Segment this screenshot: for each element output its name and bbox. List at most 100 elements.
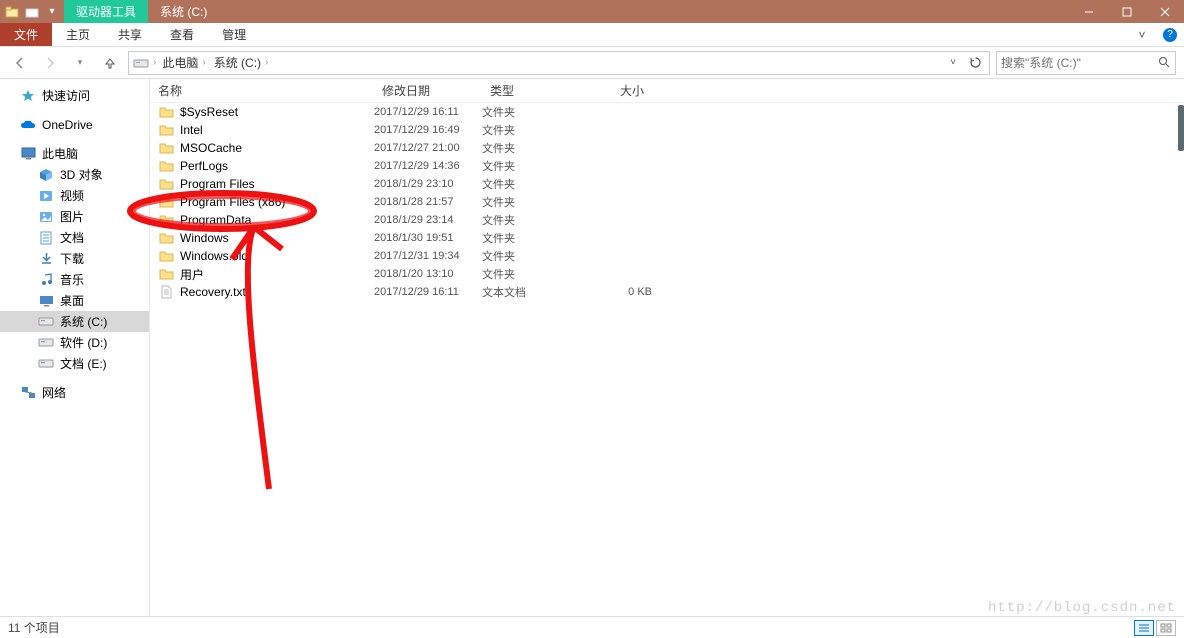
file-type: 文件夹 <box>482 230 582 246</box>
nav-child-item[interactable]: 视频 <box>0 185 149 206</box>
file-date: 2017/12/31 19:34 <box>374 250 482 262</box>
folder-icon <box>158 212 174 228</box>
folder-icon[interactable] <box>24 4 40 20</box>
file-name: MSOCache <box>180 141 374 155</box>
nav-network[interactable]: 网络 <box>0 382 149 403</box>
video-icon <box>38 188 54 204</box>
tab-share[interactable]: 共享 <box>104 23 156 46</box>
drive-icon <box>38 335 54 351</box>
nav-child-label: 软件 (D:) <box>60 334 107 351</box>
recent-dropdown[interactable]: ▾ <box>68 51 92 75</box>
search-input[interactable] <box>1001 56 1158 70</box>
cube-icon <box>38 167 54 183</box>
col-header-name[interactable]: 名称 <box>150 82 374 99</box>
maximize-button[interactable] <box>1108 0 1146 23</box>
file-date: 2017/12/29 16:11 <box>374 286 482 298</box>
folder-icon <box>158 158 174 174</box>
folder-icon <box>158 122 174 138</box>
nav-quick-access[interactable]: 快速访问 <box>0 85 149 106</box>
file-name: Intel <box>180 123 374 137</box>
nav-child-item[interactable]: 下载 <box>0 248 149 269</box>
view-toggle <box>1134 620 1176 636</box>
status-bar: 11 个项目 <box>0 616 1184 638</box>
explorer-body: 快速访问 OneDrive 此电脑 3D 对象视频图片文档下载音乐桌面系统 (C… <box>0 79 1184 616</box>
file-row[interactable]: MSOCache2017/12/27 21:00文件夹 <box>150 139 1184 157</box>
titlebar: ▾ 驱动器工具 系统 (C:) <box>0 0 1184 23</box>
file-list-pane: 名称 修改日期 类型 大小 $SysReset2017/12/29 16:11文… <box>150 79 1184 616</box>
nav-child-item[interactable]: 3D 对象 <box>0 164 149 185</box>
file-row[interactable]: $SysReset2017/12/29 16:11文件夹 <box>150 103 1184 121</box>
file-type: 文件夹 <box>482 212 582 228</box>
view-details-button[interactable] <box>1134 620 1154 636</box>
folder-icon <box>158 140 174 156</box>
window-controls <box>1070 0 1184 23</box>
file-date: 2017/12/29 14:36 <box>374 160 482 172</box>
file-icon <box>158 284 174 300</box>
ribbon-expand-icon[interactable]: ˅ <box>1128 23 1156 46</box>
qat-dropdown-icon[interactable]: ▾ <box>44 4 60 20</box>
nav-onedrive[interactable]: OneDrive <box>0 114 149 135</box>
file-row[interactable]: Windows2018/1/30 19:51文件夹 <box>150 229 1184 247</box>
file-row[interactable]: Program Files (x86)2018/1/28 21:57文件夹 <box>150 193 1184 211</box>
address-dropdown-icon[interactable]: ˅ <box>943 53 963 73</box>
picture-icon <box>38 209 54 225</box>
file-name: Program Files <box>180 177 374 191</box>
folder-icon <box>158 230 174 246</box>
file-size: 0 KB <box>582 286 652 298</box>
crumb-this-pc[interactable]: 此电脑› <box>160 54 207 71</box>
refresh-button[interactable] <box>965 53 985 73</box>
file-name: Recovery.txt <box>180 285 374 299</box>
file-row[interactable]: 用户2018/1/20 13:10文件夹 <box>150 265 1184 283</box>
file-date: 2017/12/29 16:49 <box>374 124 482 136</box>
file-name: 用户 <box>180 266 374 283</box>
address-bar[interactable]: › 此电脑› 系统 (C:)› ˅ <box>128 51 990 75</box>
nav-child-item[interactable]: 系统 (C:) <box>0 311 149 332</box>
crumb-drive-c[interactable]: 系统 (C:)› <box>212 54 271 71</box>
col-header-date[interactable]: 修改日期 <box>374 82 482 99</box>
contextual-tab-drive-tools[interactable]: 驱动器工具 <box>64 0 148 23</box>
back-button[interactable] <box>8 51 32 75</box>
search-box[interactable] <box>996 51 1176 75</box>
nav-child-label: 文档 (E:) <box>60 355 107 372</box>
col-header-type[interactable]: 类型 <box>482 82 582 99</box>
file-type: 文件夹 <box>482 266 582 282</box>
col-header-size[interactable]: 大小 <box>582 82 652 99</box>
file-row[interactable]: Recovery.txt2017/12/29 16:11文本文档0 KB <box>150 283 1184 301</box>
file-date: 2018/1/29 23:10 <box>374 178 482 190</box>
forward-button[interactable] <box>38 51 62 75</box>
file-type: 文件夹 <box>482 104 582 120</box>
minimize-button[interactable] <box>1070 0 1108 23</box>
nav-child-item[interactable]: 音乐 <box>0 269 149 290</box>
file-row[interactable]: Intel2017/12/29 16:49文件夹 <box>150 121 1184 139</box>
nav-child-item[interactable]: 文档 <box>0 227 149 248</box>
up-button[interactable] <box>98 51 122 75</box>
file-row[interactable]: ProgramData2018/1/29 23:14文件夹 <box>150 211 1184 229</box>
nav-this-pc[interactable]: 此电脑 <box>0 143 149 164</box>
file-type: 文件夹 <box>482 122 582 138</box>
file-type: 文件夹 <box>482 176 582 192</box>
address-row: ▾ › 此电脑› 系统 (C:)› ˅ <box>0 47 1184 79</box>
nav-child-label: 音乐 <box>60 271 84 288</box>
nav-child-item[interactable]: 软件 (D:) <box>0 332 149 353</box>
nav-child-label: 文档 <box>60 229 84 246</box>
nav-child-item[interactable]: 桌面 <box>0 290 149 311</box>
nav-child-label: 3D 对象 <box>60 166 103 183</box>
folder-icon <box>158 248 174 264</box>
help-icon: ? <box>1163 28 1177 42</box>
desktop-icon <box>38 293 54 309</box>
file-row[interactable]: Windows.old2017/12/31 19:34文件夹 <box>150 247 1184 265</box>
tab-home[interactable]: 主页 <box>52 23 104 46</box>
file-row[interactable]: Program Files2018/1/29 23:10文件夹 <box>150 175 1184 193</box>
tab-view[interactable]: 查看 <box>156 23 208 46</box>
file-tab[interactable]: 文件 <box>0 23 52 46</box>
view-icons-button[interactable] <box>1156 620 1176 636</box>
close-button[interactable] <box>1146 0 1184 23</box>
search-icon[interactable] <box>1158 56 1171 69</box>
help-button[interactable]: ? <box>1156 23 1184 46</box>
nav-child-item[interactable]: 图片 <box>0 206 149 227</box>
music-icon <box>38 272 54 288</box>
tab-manage[interactable]: 管理 <box>208 23 260 46</box>
file-row[interactable]: PerfLogs2017/12/29 14:36文件夹 <box>150 157 1184 175</box>
nav-child-item[interactable]: 文档 (E:) <box>0 353 149 374</box>
scrollbar-thumb[interactable] <box>1178 105 1184 151</box>
